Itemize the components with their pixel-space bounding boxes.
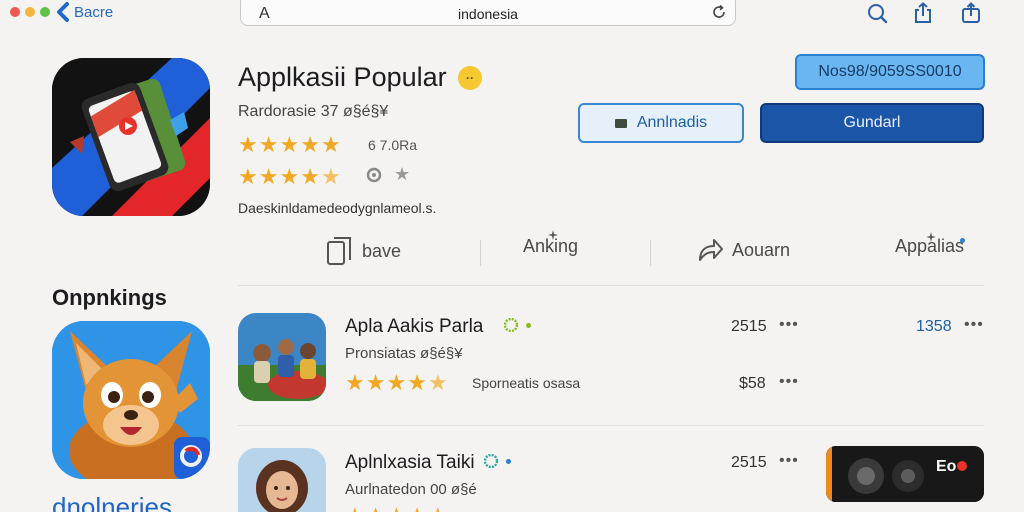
rating-star-icon: ★ xyxy=(279,132,300,157)
phone-artwork-icon xyxy=(52,58,210,216)
app-description: Daeskinldamedeodygnlameol.s. xyxy=(238,200,437,216)
list-item-icon[interactable] xyxy=(238,448,326,512)
rating-star-icon: ★ xyxy=(366,505,386,512)
list-item-icon[interactable] xyxy=(238,313,326,401)
close-window-button[interactable] xyxy=(10,7,20,17)
verified-icon xyxy=(484,454,498,468)
action-save[interactable]: bave xyxy=(326,236,401,266)
secondary-action-label: Annlnadis xyxy=(636,114,708,131)
bookmark-icon xyxy=(327,237,351,265)
back-label: Bacre xyxy=(74,3,114,21)
list-item-rating-stars: ★★★★★ xyxy=(345,372,448,394)
rating-star-icon: ★ xyxy=(258,164,279,189)
rating-text: 6 7.0Ra xyxy=(368,137,418,153)
zoom-window-button[interactable] xyxy=(40,7,50,17)
app-subtitle: Rardorasie 37 ø§é§¥ xyxy=(238,103,389,120)
list-item-title[interactable]: Aplnlxasia Taiki xyxy=(345,452,475,474)
list-item-count: 2515 xyxy=(731,454,767,471)
get-button[interactable]: Gundarl xyxy=(760,103,984,143)
section-title: Onpnkings xyxy=(52,285,167,310)
list-item-subtitle: Aurlnatedon 00 ø§é xyxy=(345,481,477,498)
bottom-link[interactable]: dnolneries xyxy=(52,492,172,512)
rating-star-icon: ★ xyxy=(407,370,427,395)
sparkle-icon xyxy=(926,232,936,242)
list-item-rating-text: Sporneatis osasa xyxy=(472,375,581,391)
list-item-subtitle: Pronsiatas ø§é§¥ xyxy=(345,345,463,362)
record-icon xyxy=(366,167,382,183)
action-divider xyxy=(480,240,481,266)
minimize-window-button[interactable] xyxy=(25,7,35,17)
rating-star-icon: ★ xyxy=(320,164,341,189)
secondary-rating-stars: ★ ★ ★ ★ ★ xyxy=(238,166,341,188)
status-dot xyxy=(506,459,511,464)
list-item-rating-stars: ★★★★★ xyxy=(345,505,448,512)
rating-star-icon: ★ xyxy=(386,370,407,395)
reload-icon[interactable] xyxy=(711,4,727,20)
rating-star-icon: ★ xyxy=(300,132,320,157)
action-save-label: bave xyxy=(362,240,402,261)
back-button[interactable]: Bacre xyxy=(56,2,113,22)
search-icon[interactable] xyxy=(866,2,888,24)
more-options-icon[interactable]: ••• xyxy=(779,373,799,391)
featured-app-icon[interactable] xyxy=(52,58,210,216)
share-arrow-icon xyxy=(699,239,723,261)
action-share[interactable]: Aouarn xyxy=(696,236,790,264)
browser-toolbar: Bacre A indonesia xyxy=(0,0,1024,30)
rating-star-icon: ★ xyxy=(320,132,341,157)
list-item-title[interactable]: Apla Aakis Parla xyxy=(345,316,483,338)
game-artwork-icon xyxy=(238,313,326,401)
rating-star-icon: ★ xyxy=(238,164,258,189)
rating-star-icon: ★ xyxy=(238,132,258,157)
rating-star-icon: ★ xyxy=(279,164,300,189)
upload-icon[interactable] xyxy=(960,2,982,24)
section-divider xyxy=(238,285,984,286)
code-button[interactable]: Nos98/9059SS0010 xyxy=(795,54,985,90)
more-options-icon[interactable]: ••• xyxy=(964,316,984,334)
list-item-amount: $58 xyxy=(739,375,766,392)
address-bar[interactable]: A indonesia xyxy=(240,0,736,26)
action-share-label: Aouarn xyxy=(732,239,791,260)
rating-star-icon: ★ xyxy=(300,164,320,189)
url-text: indonesia xyxy=(458,6,518,22)
promo-artwork-icon xyxy=(826,446,984,502)
promo-text: Eo xyxy=(936,458,957,475)
sparkle-icon xyxy=(548,230,558,240)
rating-star-icon: ★ xyxy=(345,370,365,395)
notification-dot xyxy=(960,238,965,243)
app-title: Applkasii Popular xyxy=(238,62,447,92)
share-icon[interactable] xyxy=(912,2,934,24)
rating-star-icon: ★ xyxy=(345,505,365,512)
character-artwork-icon xyxy=(238,448,326,512)
more-options-icon[interactable]: ••• xyxy=(779,316,799,334)
rating-star-icon: ★ xyxy=(428,505,448,512)
rating-star-icon: ★ xyxy=(427,370,448,395)
chevron-left-icon xyxy=(57,2,69,22)
badge-icon xyxy=(614,118,627,128)
list-divider xyxy=(238,425,984,426)
rating-star-icon: ★ xyxy=(407,505,427,512)
list-item-price: 1358 xyxy=(916,318,952,335)
promo-thumbnail[interactable] xyxy=(826,446,984,502)
primary-rating-stars: ★ ★ ★ ★ ★ xyxy=(238,134,341,156)
secondary-action-button[interactable]: Annlnadis xyxy=(578,103,744,143)
verified-badge-icon: ·· xyxy=(458,66,482,90)
rating-star-icon: ★ xyxy=(386,505,406,512)
kangaroo-app-icon[interactable] xyxy=(52,321,210,479)
status-dot xyxy=(526,323,531,328)
verified-icon xyxy=(504,318,518,332)
rating-star-icon: ★ xyxy=(258,132,279,157)
more-options-icon[interactable]: ••• xyxy=(779,452,799,470)
favorite-star-icon[interactable]: ★ xyxy=(394,164,410,185)
action-divider xyxy=(650,240,651,266)
kangaroo-artwork-icon xyxy=(52,321,210,479)
list-item-count: 2515 xyxy=(731,318,767,335)
window-controls xyxy=(10,7,50,17)
action-bar: bave Anking Aouarn Appalias xyxy=(238,230,984,276)
rating-star-icon: ★ xyxy=(365,370,386,395)
